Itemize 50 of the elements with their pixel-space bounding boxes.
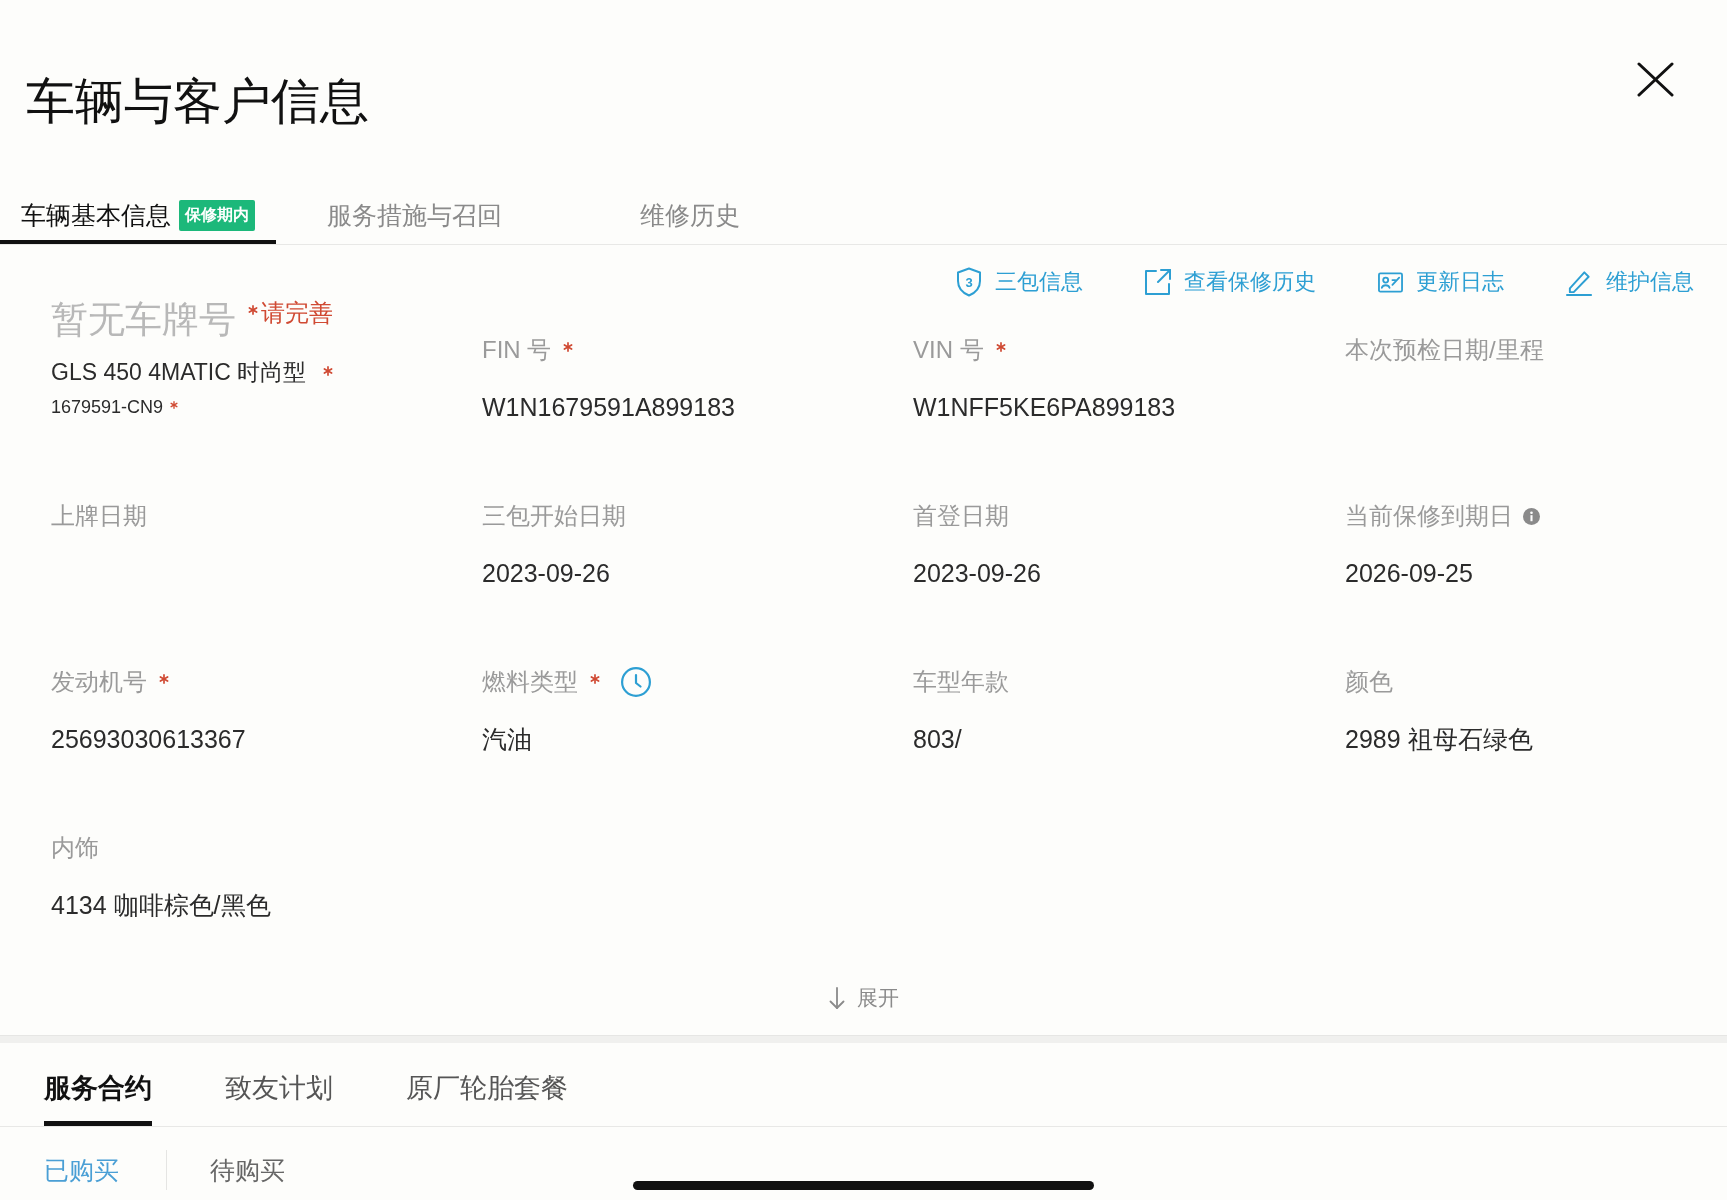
tab[interactable]: 服务合约 <box>44 1055 152 1126</box>
expand-button[interactable]: 展开 <box>828 983 899 1013</box>
field-label: 燃料类型 <box>482 667 578 697</box>
action-link[interactable]: 查看保修历史 <box>1145 267 1316 297</box>
close-icon <box>1637 62 1674 97</box>
action-link[interactable]: 更新日志 <box>1378 267 1504 297</box>
plate-number-text: 暂无车牌号 <box>51 298 236 341</box>
field-label: 本次预检日期/里程 <box>1345 335 1544 365</box>
field-value: W1NFF5KE6PA899183 <box>913 392 1176 422</box>
field-value: 2023-09-26 <box>482 558 610 588</box>
shield-icon: 3 <box>956 267 982 297</box>
field-label: 发动机号 <box>51 667 147 697</box>
field-label: 颜色 <box>1345 667 1393 697</box>
external-link-icon <box>1145 269 1171 295</box>
tab[interactable]: 服务措施与召回 <box>276 190 552 244</box>
field-label: 内饰 <box>51 833 99 863</box>
field-label: FIN 号 <box>482 335 552 365</box>
sub-tab[interactable]: 已购买 <box>44 1150 119 1190</box>
field-label: VIN 号 <box>913 335 984 365</box>
action-link[interactable]: 3 三包信息 <box>956 267 1083 297</box>
field-label: 车型年款 <box>913 667 1009 697</box>
vehicle-model: GLS 450 4MATIC 时尚型 <box>51 358 307 387</box>
field-value: 4134 咖啡棕色/黑色 <box>51 890 271 920</box>
field-label: 当前保修到期日 <box>1345 501 1513 531</box>
required-note: 请完善 <box>261 298 333 328</box>
field-value: 25693030613367 <box>51 724 246 754</box>
field-value: W1N1679591A899183 <box>482 392 735 422</box>
sub-tab[interactable]: 待购买 <box>210 1150 285 1190</box>
pencil-icon <box>1566 268 1593 296</box>
field-value: 汽油 <box>482 724 532 754</box>
info-icon[interactable] <box>1523 507 1540 525</box>
status-badge: 保修期内 <box>179 199 255 231</box>
arrow-down-icon <box>828 987 845 1009</box>
clock-icon[interactable] <box>621 667 651 697</box>
window-title: 车辆与客户信息 <box>26 73 369 130</box>
field-label: 三包开始日期 <box>482 501 626 531</box>
tab[interactable]: 原厂轮胎套餐 <box>406 1055 568 1126</box>
tab[interactable]: 车辆基本信息 保修期内 <box>0 190 276 244</box>
model-code: 1679591-CN9 <box>51 396 164 418</box>
card-edit-icon <box>1378 271 1403 293</box>
field-label: 上牌日期 <box>51 501 147 531</box>
close-button[interactable] <box>1637 62 1674 97</box>
field-value: 2023-09-26 <box>913 558 1041 588</box>
field-value: 2989 祖母石绿色 <box>1345 724 1533 754</box>
field-value: 803/ <box>913 724 962 754</box>
action-link[interactable]: 维护信息 <box>1566 267 1694 297</box>
field-label: 首登日期 <box>913 501 1009 531</box>
tab[interactable]: 维修历史 <box>552 190 828 244</box>
tab[interactable]: 致友计划 <box>225 1055 333 1126</box>
field-value: 2026-09-25 <box>1345 558 1473 588</box>
